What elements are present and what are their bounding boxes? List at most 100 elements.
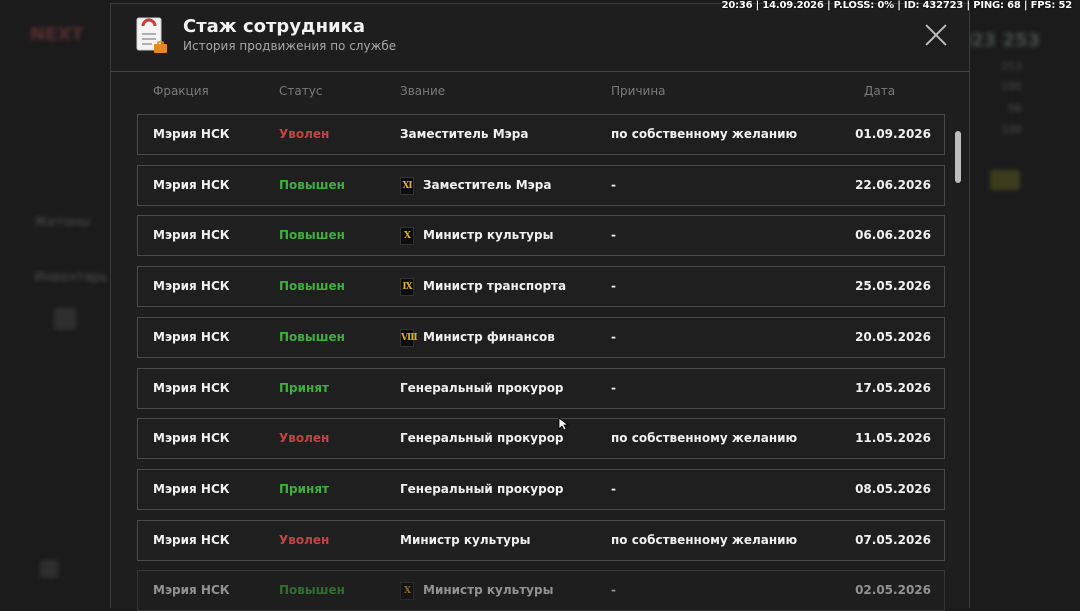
row-rank-text: Министр культуры: [400, 533, 531, 547]
row-status: Принят: [279, 482, 329, 496]
rank-badge-icon: IX: [400, 277, 414, 296]
modal-title: Стаж сотрудника: [183, 16, 366, 37]
row-date: 06.06.2026: [855, 228, 931, 242]
table-row[interactable]: Мэрия НСК Уволен Министр культуры по собств…: [137, 520, 945, 561]
background-slot: [990, 170, 1020, 190]
modal-header: Стаж сотрудника История продвижения по с…: [111, 4, 969, 72]
hud-status-line: 20:36 | 14.09.2026 | P.LOSS: 0% | ID: 43…: [721, 0, 1073, 11]
row-status: Повышен: [279, 279, 345, 293]
row-rank-text: Заместитель Мэра: [400, 127, 529, 141]
row-reason: -: [611, 381, 616, 395]
background-stat: 56: [1008, 102, 1022, 115]
row-rank: X Министр культуры: [400, 216, 553, 255]
row-faction: Мэрия НСК: [153, 482, 230, 496]
background-inventory-label: Инвентарь: [34, 270, 108, 285]
table-row[interactable]: Мэрия НСК Повышен X Министр культуры - 06.06.…: [137, 215, 945, 256]
row-rank: VIII Министр финансов: [400, 318, 555, 357]
row-date: 11.05.2026: [855, 431, 931, 445]
row-reason: -: [611, 583, 616, 597]
row-reason: по собственному желанию: [611, 533, 798, 547]
column-header-status: Статус: [279, 84, 323, 98]
rank-badge-icon: X: [400, 581, 414, 600]
row-status: Уволен: [279, 431, 330, 445]
row-faction: Мэрия НСК: [153, 583, 230, 597]
table-row[interactable]: Мэрия НСК Принят Генеральный прокурор - 08.0…: [137, 469, 945, 510]
row-reason: по собственному желанию: [611, 431, 798, 445]
row-reason: -: [611, 228, 616, 242]
background-brand: NEXT: [30, 24, 84, 45]
row-faction: Мэрия НСК: [153, 228, 230, 242]
row-faction: Мэрия НСК: [153, 127, 230, 141]
column-header-faction: Фракция: [153, 84, 209, 98]
rank-badge-icon: VIII: [400, 328, 418, 347]
row-rank: Генеральный прокурор: [400, 470, 564, 509]
row-reason: -: [611, 178, 616, 192]
row-status: Принят: [279, 381, 329, 395]
row-reason: -: [611, 482, 616, 496]
table-row[interactable]: Мэрия НСК Повышен IX Министр транспорта - 25.…: [137, 266, 945, 307]
row-date: 07.05.2026: [855, 533, 931, 547]
row-rank: Генеральный прокурор: [400, 369, 564, 408]
mouse-cursor-icon: [558, 417, 570, 431]
row-status: Уволен: [279, 533, 330, 547]
row-status: Повышен: [279, 178, 345, 192]
row-date: 25.05.2026: [855, 279, 931, 293]
row-rank-text: Заместитель Мэра: [423, 178, 552, 192]
row-rank: Генеральный прокурор: [400, 419, 564, 458]
row-date: 08.05.2026: [855, 482, 931, 496]
row-rank-text: Министр культуры: [423, 583, 554, 597]
row-date: 01.09.2026: [855, 127, 931, 141]
row-date: 20.05.2026: [855, 330, 931, 344]
background-stat: 100: [1001, 123, 1022, 136]
rank-badge-icon: X: [400, 226, 414, 245]
row-reason: -: [611, 279, 616, 293]
rank-badge-icon: XI: [400, 176, 414, 195]
table-row[interactable]: Мэрия НСК Повышен X Министр культуры - 02.05.…: [137, 570, 945, 611]
row-faction: Мэрия НСК: [153, 178, 230, 192]
row-status: Повышен: [279, 330, 345, 344]
background-tokens-label: Жетоны: [34, 215, 91, 230]
row-status: Уволен: [279, 127, 330, 141]
row-rank: IX Министр транспорта: [400, 267, 566, 306]
row-rank: Заместитель Мэра: [400, 115, 528, 154]
row-rank: Министр культуры: [400, 521, 530, 560]
background-money: 023 253: [958, 30, 1040, 51]
table-row[interactable]: Мэрия НСК Повышен XI Заместитель Мэра - 22.06…: [137, 165, 945, 206]
column-header-date: Дата: [864, 84, 896, 98]
table-row[interactable]: Мэрия НСК Повышен VIII Министр финансов - 20.…: [137, 317, 945, 358]
row-rank: XI Заместитель Мэра: [400, 166, 551, 205]
row-faction: Мэрия НСК: [153, 431, 230, 445]
row-date: 22.06.2026: [855, 178, 931, 192]
table-row[interactable]: Мэрия НСК Принят Генеральный прокурор - 17.0…: [137, 368, 945, 409]
row-faction: Мэрия НСК: [153, 330, 230, 344]
row-faction: Мэрия НСК: [153, 381, 230, 395]
column-header-reason: Причина: [611, 84, 666, 98]
row-faction: Мэрия НСК: [153, 279, 230, 293]
table-row[interactable]: Мэрия НСК Уволен Генеральный прокурор по со…: [137, 418, 945, 459]
row-status: Повышен: [279, 228, 345, 242]
row-rank-text: Генеральный прокурор: [400, 381, 564, 395]
modal-subtitle: История продвижения по службе: [183, 39, 397, 53]
background-stat: 100: [1001, 80, 1022, 93]
row-rank-text: Генеральный прокурор: [400, 431, 564, 445]
row-rank-text: Министр культуры: [423, 228, 554, 242]
row-status: Повышен: [279, 583, 345, 597]
row-faction: Мэрия НСК: [153, 533, 230, 547]
row-reason: -: [611, 330, 616, 344]
background-slot: [40, 560, 58, 578]
document-icon: [136, 17, 167, 53]
row-rank-text: Генеральный прокурор: [400, 482, 564, 496]
employee-history-modal: Стаж сотрудника История продвижения по с…: [110, 3, 970, 611]
row-reason: по собственному желанию: [611, 127, 798, 141]
column-header-rank: Звание: [400, 84, 446, 98]
row-date: 02.05.2026: [855, 583, 931, 597]
close-icon[interactable]: [925, 24, 947, 46]
row-rank: X Министр культуры: [400, 571, 553, 610]
background-slot: [54, 308, 76, 330]
row-rank-text: Министр финансов: [423, 330, 555, 344]
background-stat: 253: [1001, 60, 1022, 73]
row-date: 17.05.2026: [855, 381, 931, 395]
table-row[interactable]: Мэрия НСК Уволен Заместитель Мэра по собств…: [137, 114, 945, 155]
scrollbar-thumb[interactable]: [955, 131, 961, 183]
row-rank-text: Министр транспорта: [423, 279, 567, 293]
